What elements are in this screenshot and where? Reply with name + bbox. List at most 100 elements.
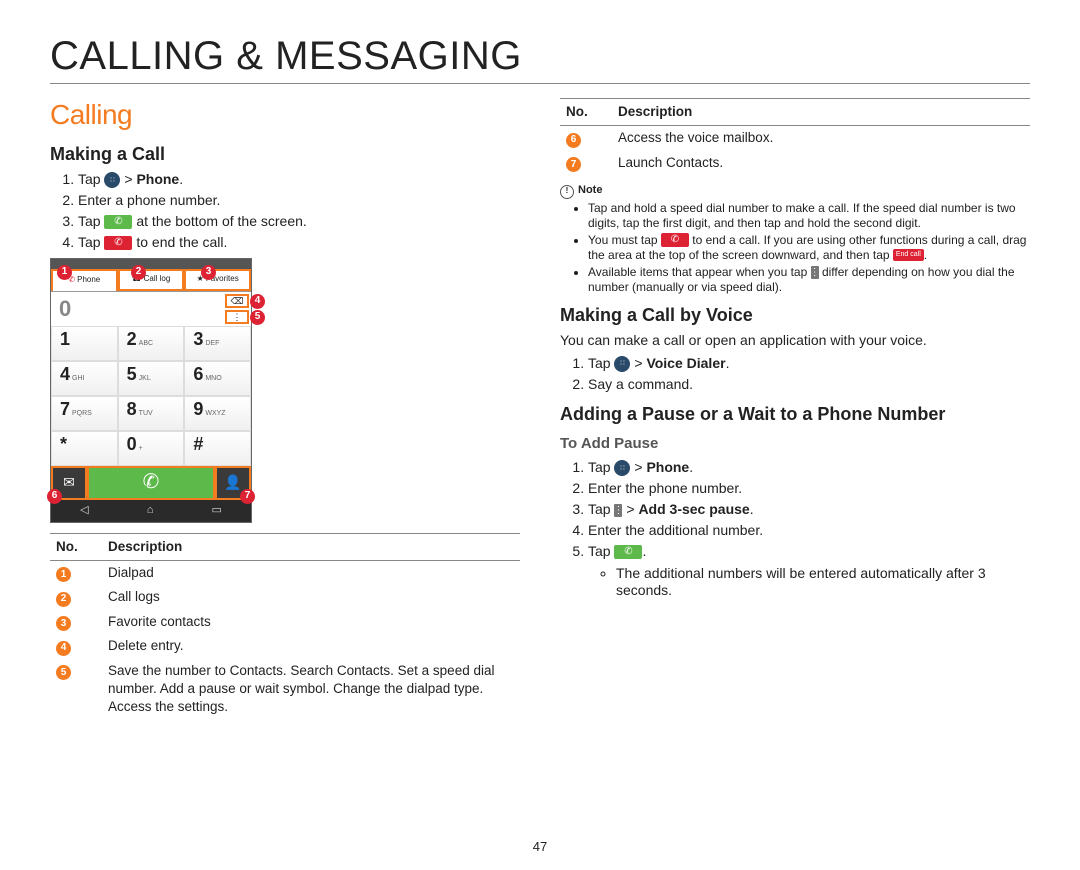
step-text: at the bottom of the screen. [136, 213, 306, 229]
th-desc: Description [102, 533, 520, 560]
row-desc: Call logs [102, 585, 520, 610]
voice-intro: You can make a call or open an applicati… [560, 331, 1030, 350]
step-text-bold: Phone [646, 459, 689, 475]
left-column: Calling Making a Call Tap ∷ > Phone. Ent… [50, 92, 520, 720]
row-number-badge: 5 [56, 665, 71, 680]
note-text: Available items that appear when you tap [588, 265, 811, 279]
step-text: Tap [78, 234, 104, 250]
row-number-badge: 6 [566, 133, 581, 148]
menu-icon: ⋮ [614, 504, 622, 517]
callout-marker-3: 3 [201, 265, 216, 280]
contacts-button: 👤 7 [215, 466, 251, 500]
section-heading-calling: Calling [50, 96, 520, 134]
step-text: > [634, 459, 646, 475]
table-row: 1 Dialpad [50, 560, 520, 585]
dialpad-key: * [51, 431, 118, 466]
row-number-badge: 3 [56, 616, 71, 631]
pause-steps: Tap ∷ > Phone. Enter the phone number. T… [560, 458, 1030, 599]
title-rule [50, 83, 1030, 84]
making-a-call-steps: Tap ∷ > Phone. Enter a phone number. Tap… [50, 170, 520, 252]
dialer-screenshot: 1 2 3 ✆Phone ☎Call log ★Favorites 0 ⌫ 4 … [50, 258, 252, 523]
note-text: . [924, 248, 927, 262]
two-column-layout: Calling Making a Call Tap ∷ > Phone. Ent… [50, 92, 1030, 720]
entered-number: 0 [51, 294, 223, 324]
step-text: . [750, 501, 754, 517]
delete-button: ⌫ 4 [225, 294, 249, 308]
step-1: Tap ∷ > Phone. [78, 170, 520, 189]
row-desc: Dialpad [102, 560, 520, 585]
subsub-add-pause: To Add Pause [560, 434, 1030, 454]
table-row: 5 Save the number to Contacts. Search Con… [50, 659, 520, 720]
note-2: You must tap ✆ to end a call. If you are… [588, 233, 1030, 263]
table-row: 4Delete entry. [50, 634, 520, 659]
row-number-badge: 1 [56, 567, 71, 582]
dialpad-key: 8TUV [118, 396, 185, 431]
step-text-bold: Add 3-sec pause [638, 501, 749, 517]
pause-step-2: Enter the phone number. [588, 479, 1030, 498]
dialpad-key: 6MNO [184, 361, 251, 396]
row-desc: Delete entry. [102, 634, 520, 659]
step-text: . [689, 459, 693, 475]
tab-calllog: ☎Call log [118, 269, 185, 291]
note-heading: ! Note [560, 183, 1030, 198]
back-icon: ◁ [80, 503, 88, 518]
info-icon: ! [560, 185, 574, 199]
table-row: 7 Launch Contacts. [560, 151, 1030, 176]
apps-grid-icon: ∷ [614, 460, 630, 476]
step-text: > [124, 171, 136, 187]
number-display-row: 0 ⌫ 4 ⋮ 5 [51, 292, 251, 326]
voice-step-1: Tap ∷ > Voice Dialer. [588, 354, 1030, 373]
callout-marker-7: 7 [240, 489, 255, 504]
callout-marker-4: 4 [250, 294, 265, 309]
table-row: 6 Access the voice mailbox. [560, 126, 1030, 151]
dialpad-key: 5JKL [118, 361, 185, 396]
step-text: Tap [588, 501, 614, 517]
dialpad-key: # [184, 431, 251, 466]
step-text: Tap [588, 355, 614, 371]
tab-label: Call log [144, 274, 171, 285]
notes-list: Tap and hold a speed dial number to make… [560, 201, 1030, 295]
step-text: to end the call. [136, 234, 227, 250]
pause-step-3: Tap ⋮ > Add 3-sec pause. [588, 500, 1030, 519]
page-title: CALLING & MESSAGING [50, 34, 1030, 79]
step-text: . [179, 171, 183, 187]
pause-step-4: Enter the additional number. [588, 521, 1030, 540]
dialpad-key: 2ABC [118, 326, 185, 361]
row-desc: Access the voice mailbox. [612, 126, 1030, 151]
note-label-text: Note [578, 184, 602, 196]
step-text: Tap [588, 459, 614, 475]
step-text: Tap [78, 213, 104, 229]
end-call-icon: ✆ [661, 233, 689, 247]
dialpad-key: 9WXYZ [184, 396, 251, 431]
th-desc: Description [612, 99, 1030, 126]
android-nav: ◁⌂▭ [51, 500, 251, 522]
th-no: No. [50, 533, 102, 560]
subheading-pause: Adding a Pause or a Wait to a Phone Numb… [560, 402, 1030, 426]
pause-step-5: Tap ✆. The additional numbers will be en… [588, 542, 1030, 600]
table-row: 3Favorite contacts [50, 610, 520, 635]
step-text-bold: Voice Dialer [646, 355, 725, 371]
tab-favorites: ★Favorites [184, 269, 251, 291]
manual-page: CALLING & MESSAGING Calling Making a Cal… [0, 0, 1080, 870]
action-row: ✉ 6 ✆ 👤 7 [51, 466, 251, 500]
callout-marker-5: 5 [250, 310, 265, 325]
page-number: 47 [0, 839, 1080, 854]
row-number-badge: 7 [566, 157, 581, 172]
row-desc: Save the number to Contacts. Search Cont… [102, 659, 520, 720]
menu-icon: ⋮ [811, 266, 819, 279]
row-desc: Launch Contacts. [612, 151, 1030, 176]
row-number-badge: 2 [56, 592, 71, 607]
right-column: No. Description 6Access the voice mailbo… [560, 92, 1030, 720]
callout-marker-1: 1 [57, 265, 72, 280]
recents-icon: ▭ [212, 503, 222, 518]
step-4: Tap ✆ to end the call. [78, 233, 520, 252]
step-3: Tap ✆ at the bottom of the screen. [78, 212, 520, 231]
callout-tbody-right: 6 Access the voice mailbox. 7 Launch Contac… [560, 126, 1030, 176]
status-bar [51, 259, 251, 269]
dialpad-keys: 12ABC3DEF4GHI5JKL6MNO7PQRS8TUV9WXYZ*0+# [51, 326, 251, 466]
step-text: > [626, 501, 638, 517]
voicemail-button: ✉ 6 [51, 466, 87, 500]
end-call-pill-icon: End call [893, 249, 924, 261]
voice-step-2: Say a command. [588, 375, 1030, 394]
subheading-making-a-call: Making a Call [50, 142, 520, 166]
